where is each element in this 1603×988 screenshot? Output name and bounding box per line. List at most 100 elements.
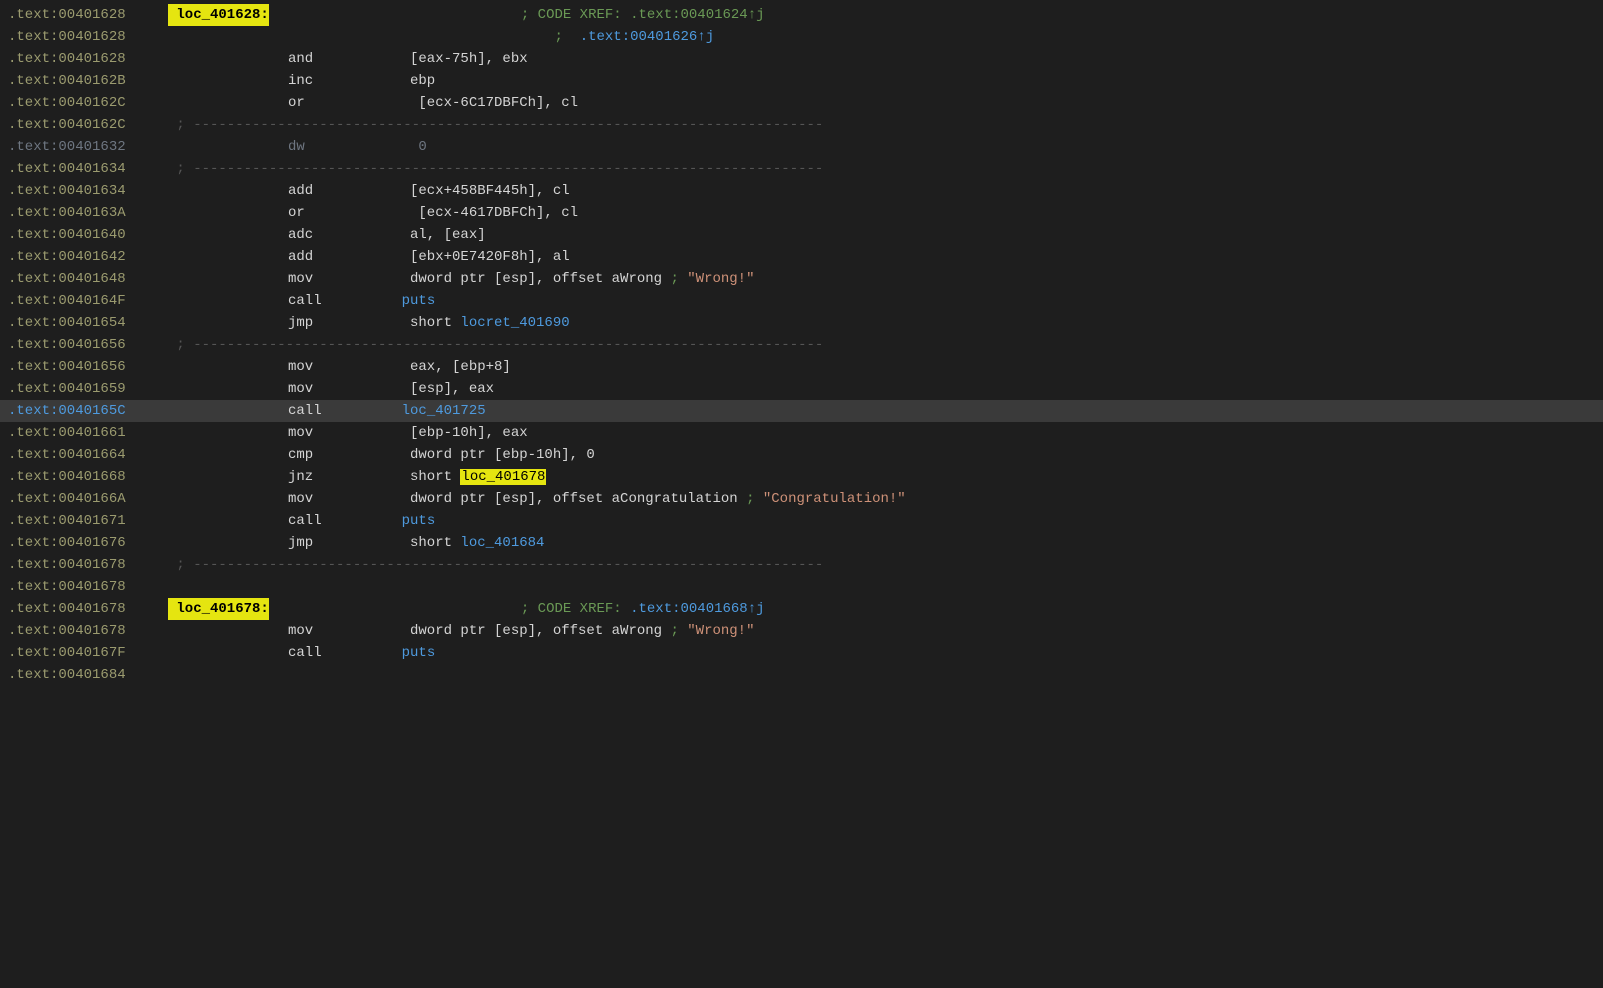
address: .text:0040167F bbox=[8, 642, 168, 664]
indent bbox=[168, 290, 288, 312]
indent bbox=[168, 510, 288, 532]
label-def: loc_401628: bbox=[168, 4, 269, 26]
label-ref-puts[interactable]: puts bbox=[402, 293, 436, 309]
address: .text:0040162C bbox=[8, 114, 168, 136]
address: .text:00401678 bbox=[8, 576, 168, 598]
indent bbox=[168, 466, 288, 488]
indent bbox=[168, 92, 288, 114]
operand: [ecx-4617DBFCh], cl bbox=[368, 202, 578, 224]
label-ref-puts3[interactable]: puts bbox=[402, 645, 436, 661]
address: .text:00401684 bbox=[8, 664, 168, 686]
indent bbox=[168, 532, 288, 554]
address: .text:00401628 bbox=[8, 4, 168, 26]
address: .text:00401659 bbox=[8, 378, 168, 400]
code-line: .text:00401628 loc_401628: ; CODE XREF: … bbox=[0, 4, 1603, 26]
mnemonic: mov bbox=[288, 620, 368, 642]
indent bbox=[168, 268, 288, 290]
indent bbox=[168, 48, 288, 70]
operand: [ebx+0E7420F8h], al bbox=[368, 246, 570, 268]
mnemonic: and bbox=[288, 48, 368, 70]
code-line: .text:00401678 ; -----------------------… bbox=[0, 554, 1603, 576]
mnemonic: adc bbox=[288, 224, 368, 246]
address: .text:00401648 bbox=[8, 268, 168, 290]
code-line: .text:0040162B inc ebp bbox=[0, 70, 1603, 92]
mnemonic: mov bbox=[288, 422, 368, 444]
address: .text:00401656 bbox=[8, 356, 168, 378]
indent bbox=[168, 488, 288, 510]
code-line: .text:00401668 jnz short loc_401678 bbox=[0, 466, 1603, 488]
label-ref-loc401725[interactable]: loc_401725 bbox=[402, 403, 486, 419]
code-line: .text:00401678 mov dword ptr [esp], offs… bbox=[0, 620, 1603, 642]
indent bbox=[168, 202, 288, 224]
code-line: .text:0040166A mov dword ptr [esp], offs… bbox=[0, 488, 1603, 510]
label-ref-puts2[interactable]: puts bbox=[402, 513, 436, 529]
indent bbox=[168, 444, 288, 466]
operand: short locret_401690 bbox=[368, 312, 570, 334]
label-ref-loc401684[interactable]: loc_401684 bbox=[460, 535, 544, 551]
label-ref-loc401678[interactable]: loc_401678 bbox=[460, 469, 546, 485]
address: .text:00401656 bbox=[8, 334, 168, 356]
operand: dword ptr [esp], offset aWrong bbox=[368, 268, 670, 290]
operand: eax, [ebp+8] bbox=[368, 356, 511, 378]
xref-link2[interactable]: .text:00401668↑j bbox=[630, 601, 764, 617]
xref-link[interactable]: .text:00401626↑j bbox=[580, 29, 714, 45]
operand: 0 bbox=[368, 136, 427, 158]
operand: short loc_401678 bbox=[368, 466, 546, 488]
code-line: .text:00401654 jmp short locret_401690 bbox=[0, 312, 1603, 334]
operand: puts bbox=[368, 642, 435, 664]
indent bbox=[168, 378, 288, 400]
separator: ; --------------------------------------… bbox=[168, 114, 823, 136]
indent bbox=[168, 180, 288, 202]
address: .text:00401634 bbox=[8, 180, 168, 202]
spacer bbox=[168, 26, 554, 48]
address: .text:0040166A bbox=[8, 488, 168, 510]
indent bbox=[168, 224, 288, 246]
address: .text:00401640 bbox=[8, 224, 168, 246]
address: .text:00401676 bbox=[8, 532, 168, 554]
operand: ebp bbox=[368, 70, 435, 92]
address: .text:00401664 bbox=[8, 444, 168, 466]
address: .text:00401678 bbox=[8, 598, 168, 620]
mnemonic: or bbox=[288, 202, 368, 224]
code-line: .text:00401642 add [ebx+0E7420F8h], al bbox=[0, 246, 1603, 268]
code-line: .text:00401676 jmp short loc_401684 bbox=[0, 532, 1603, 554]
mnemonic: add bbox=[288, 180, 368, 202]
address: .text:0040165C bbox=[8, 400, 168, 422]
mnemonic: inc bbox=[288, 70, 368, 92]
address: .text:00401642 bbox=[8, 246, 168, 268]
code-line: .text:0040164F call puts bbox=[0, 290, 1603, 312]
code-line: .text:00401659 mov [esp], eax bbox=[0, 378, 1603, 400]
indent bbox=[168, 620, 288, 642]
spacer bbox=[269, 598, 521, 620]
mnemonic: mov bbox=[288, 378, 368, 400]
mnemonic: call bbox=[288, 642, 368, 664]
operand: al, [eax] bbox=[368, 224, 486, 246]
code-line-highlighted: .text:0040165C call loc_401725 bbox=[0, 400, 1603, 422]
mnemonic: mov bbox=[288, 356, 368, 378]
code-line: .text:00401640 adc al, [eax] bbox=[0, 224, 1603, 246]
code-line: .text:0040162C or [ecx-6C17DBFCh], cl bbox=[0, 92, 1603, 114]
mnemonic: call bbox=[288, 400, 368, 422]
mnemonic: call bbox=[288, 290, 368, 312]
address: .text:00401671 bbox=[8, 510, 168, 532]
mnemonic: call bbox=[288, 510, 368, 532]
separator: ; --------------------------------------… bbox=[168, 158, 823, 180]
code-line: .text:00401684 bbox=[0, 664, 1603, 686]
comment: ; "Wrong!" bbox=[670, 620, 754, 642]
spacer bbox=[269, 4, 521, 26]
address: .text:0040164F bbox=[8, 290, 168, 312]
comment: ; "Wrong!" bbox=[670, 268, 754, 290]
operand: [ecx-6C17DBFCh], cl bbox=[368, 92, 578, 114]
address: .text:00401632 bbox=[8, 136, 168, 158]
operand: puts bbox=[368, 510, 435, 532]
separator: ; --------------------------------------… bbox=[168, 554, 823, 576]
mnemonic: cmp bbox=[288, 444, 368, 466]
operand: dword ptr [esp], offset aCongratulation bbox=[368, 488, 746, 510]
operand: dword ptr [ebp-10h], 0 bbox=[368, 444, 595, 466]
code-line: .text:00401664 cmp dword ptr [ebp-10h], … bbox=[0, 444, 1603, 466]
code-line: .text:00401632 dw 0 bbox=[0, 136, 1603, 158]
indent bbox=[168, 400, 288, 422]
code-line: .text:00401634 add [ecx+458BF445h], cl bbox=[0, 180, 1603, 202]
label-ref-locret[interactable]: locret_401690 bbox=[460, 315, 569, 331]
separator: ; --------------------------------------… bbox=[168, 334, 823, 356]
